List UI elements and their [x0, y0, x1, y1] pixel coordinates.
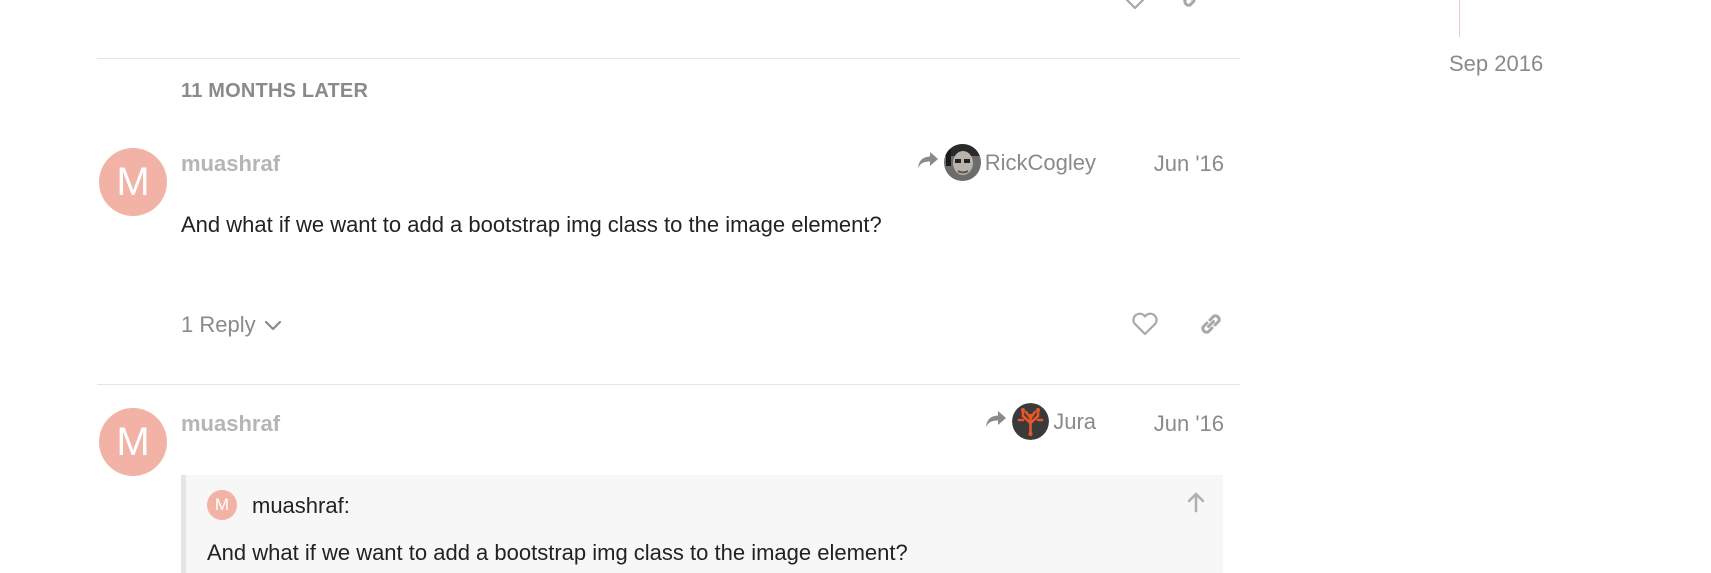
timeline-date-label[interactable]: Sep 2016: [1449, 51, 1543, 77]
heart-icon[interactable]: [1120, 0, 1150, 12]
topic-page: Sep 2016 11 MONTHS LATER M muashraf Rick…: [0, 0, 1711, 573]
link-icon[interactable]: [1196, 309, 1226, 339]
post-username[interactable]: muashraf: [181, 411, 280, 437]
post: M muashraf RickCogley Jun '16 And what i…: [97, 144, 1240, 378]
avatar[interactable]: M: [99, 408, 167, 476]
quote-username: muashraf:: [252, 493, 350, 518]
quote-text: And what if we want to add a bootstrap i…: [207, 540, 908, 565]
share-arrow-icon: [916, 150, 940, 176]
reply-to-username: RickCogley: [984, 149, 1096, 175]
previous-post-actions: [1120, 0, 1208, 12]
show-replies-button[interactable]: 1 Reply: [181, 312, 282, 338]
avatar[interactable]: M: [99, 148, 167, 216]
avatar-letter: M: [116, 159, 150, 204]
avatar: [1012, 403, 1050, 440]
post-actions: [1130, 309, 1226, 339]
post-username[interactable]: muashraf: [181, 151, 280, 177]
time-gap-label: 11 MONTHS LATER: [181, 80, 369, 102]
post-date[interactable]: Jun '16: [1154, 411, 1224, 437]
avatar: [943, 144, 981, 181]
link-icon[interactable]: [1178, 0, 1208, 12]
chevron-down-icon: [264, 312, 282, 338]
reply-to-tab[interactable]: RickCogley: [916, 144, 1096, 181]
post-divider: [97, 58, 1240, 59]
share-arrow-icon: [984, 409, 1008, 435]
quote-block: M muashraf: And what if we want to add a…: [181, 475, 1223, 573]
reply-to-username: Jura: [1053, 408, 1096, 434]
avatar-letter: M: [116, 419, 150, 464]
avatar: M: [207, 490, 237, 520]
post-divider: [97, 384, 1240, 385]
replies-label: 1 Reply: [181, 312, 256, 337]
heart-icon[interactable]: [1130, 309, 1160, 339]
timeline-track: [1459, 0, 1460, 37]
reply-to-tab[interactable]: Jura: [984, 403, 1096, 440]
post-body: And what if we want to add a bootstrap i…: [181, 212, 882, 237]
arrow-up-icon[interactable]: [1183, 489, 1209, 515]
post-date[interactable]: Jun '16: [1154, 151, 1224, 177]
avatar-letter: M: [214, 495, 230, 514]
post: M muashraf Jura Jun '16 M muashraf: And …: [97, 403, 1240, 573]
